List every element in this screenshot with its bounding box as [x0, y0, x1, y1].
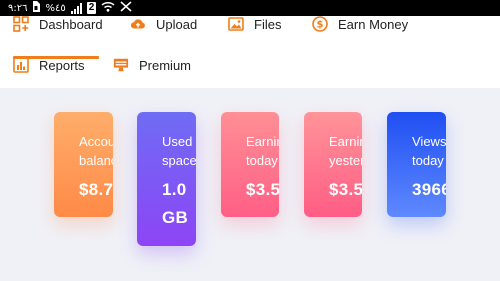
status-bar: ٩:٢٦ %٤٥ 2	[0, 0, 500, 16]
nav-label-earn-money: Earn Money	[338, 16, 409, 32]
used-space-unit: GB	[162, 208, 189, 227]
nav-label-upload: Upload	[156, 16, 198, 32]
svg-text:$: $	[317, 20, 324, 31]
earnings-today-label-2: today	[246, 153, 278, 168]
earnings-today-card[interactable]: Earnings today $3.52	[221, 112, 279, 217]
used-space-label-2: space	[162, 153, 196, 168]
account-balance-label: Account	[79, 134, 113, 149]
views-today-label: Views	[412, 134, 446, 149]
views-today-card[interactable]: Views today 3966	[387, 112, 446, 217]
cloud-upload-icon	[130, 16, 146, 32]
vibrate-muted-icon	[120, 1, 132, 15]
earnings-today-value: $3.52	[246, 180, 279, 199]
account-balance-value: $8.78	[79, 180, 113, 199]
bar-chart-icon	[13, 57, 29, 73]
sim-card-icon	[32, 1, 41, 15]
nav-label-reports: Reports	[39, 57, 85, 73]
nav-item-reports[interactable]: Reports	[13, 57, 85, 73]
battery-percent: %٤٥	[45, 2, 66, 14]
account-balance-card[interactable]: Account balance $8.78	[54, 112, 113, 217]
nav-item-premium[interactable]: Premium	[113, 57, 191, 73]
nav-label-files: Files	[254, 16, 282, 32]
nav-item-dashboard[interactable]: Dashboard	[13, 16, 103, 32]
image-file-icon	[228, 16, 244, 32]
used-space-value: 1.0	[162, 180, 187, 199]
status-time: ٩:٢٦	[8, 2, 28, 14]
earnings-today-label: Earnings	[246, 134, 279, 149]
nav-item-files[interactable]: Files	[228, 16, 281, 32]
wifi-icon	[101, 1, 115, 15]
nav-item-earn-money[interactable]: $ Earn Money	[312, 16, 408, 32]
earnings-yesterday-label-2: yesterday	[329, 153, 362, 168]
top-navigation: Dashboard Upload Files $ Earn Money Repo…	[0, 16, 500, 88]
dollar-coin-icon: $	[312, 16, 328, 32]
account-balance-label-2: balance	[79, 153, 113, 168]
views-today-label-2: today	[412, 153, 444, 168]
nav-item-upload[interactable]: Upload	[130, 16, 197, 32]
earnings-yesterday-label: Earnings	[329, 134, 362, 149]
sim-slot-badge: 2	[86, 2, 97, 14]
premium-box-icon	[113, 57, 129, 73]
dashboard-grid-icon	[13, 16, 29, 32]
used-space-card[interactable]: Used space 1.0 GB	[137, 112, 196, 246]
views-today-value: 3966	[412, 180, 446, 199]
nav-label-dashboard: Dashboard	[39, 16, 103, 32]
earnings-yesterday-card[interactable]: Earnings yesterday $3.52	[304, 112, 362, 217]
signal-strength-icon	[70, 2, 82, 14]
earnings-yesterday-value: $3.52	[329, 180, 362, 199]
nav-label-premium: Premium	[139, 57, 192, 73]
status-icons: ٩:٢٦ %٤٥ 2	[8, 1, 132, 15]
used-space-label: Used	[162, 134, 193, 149]
